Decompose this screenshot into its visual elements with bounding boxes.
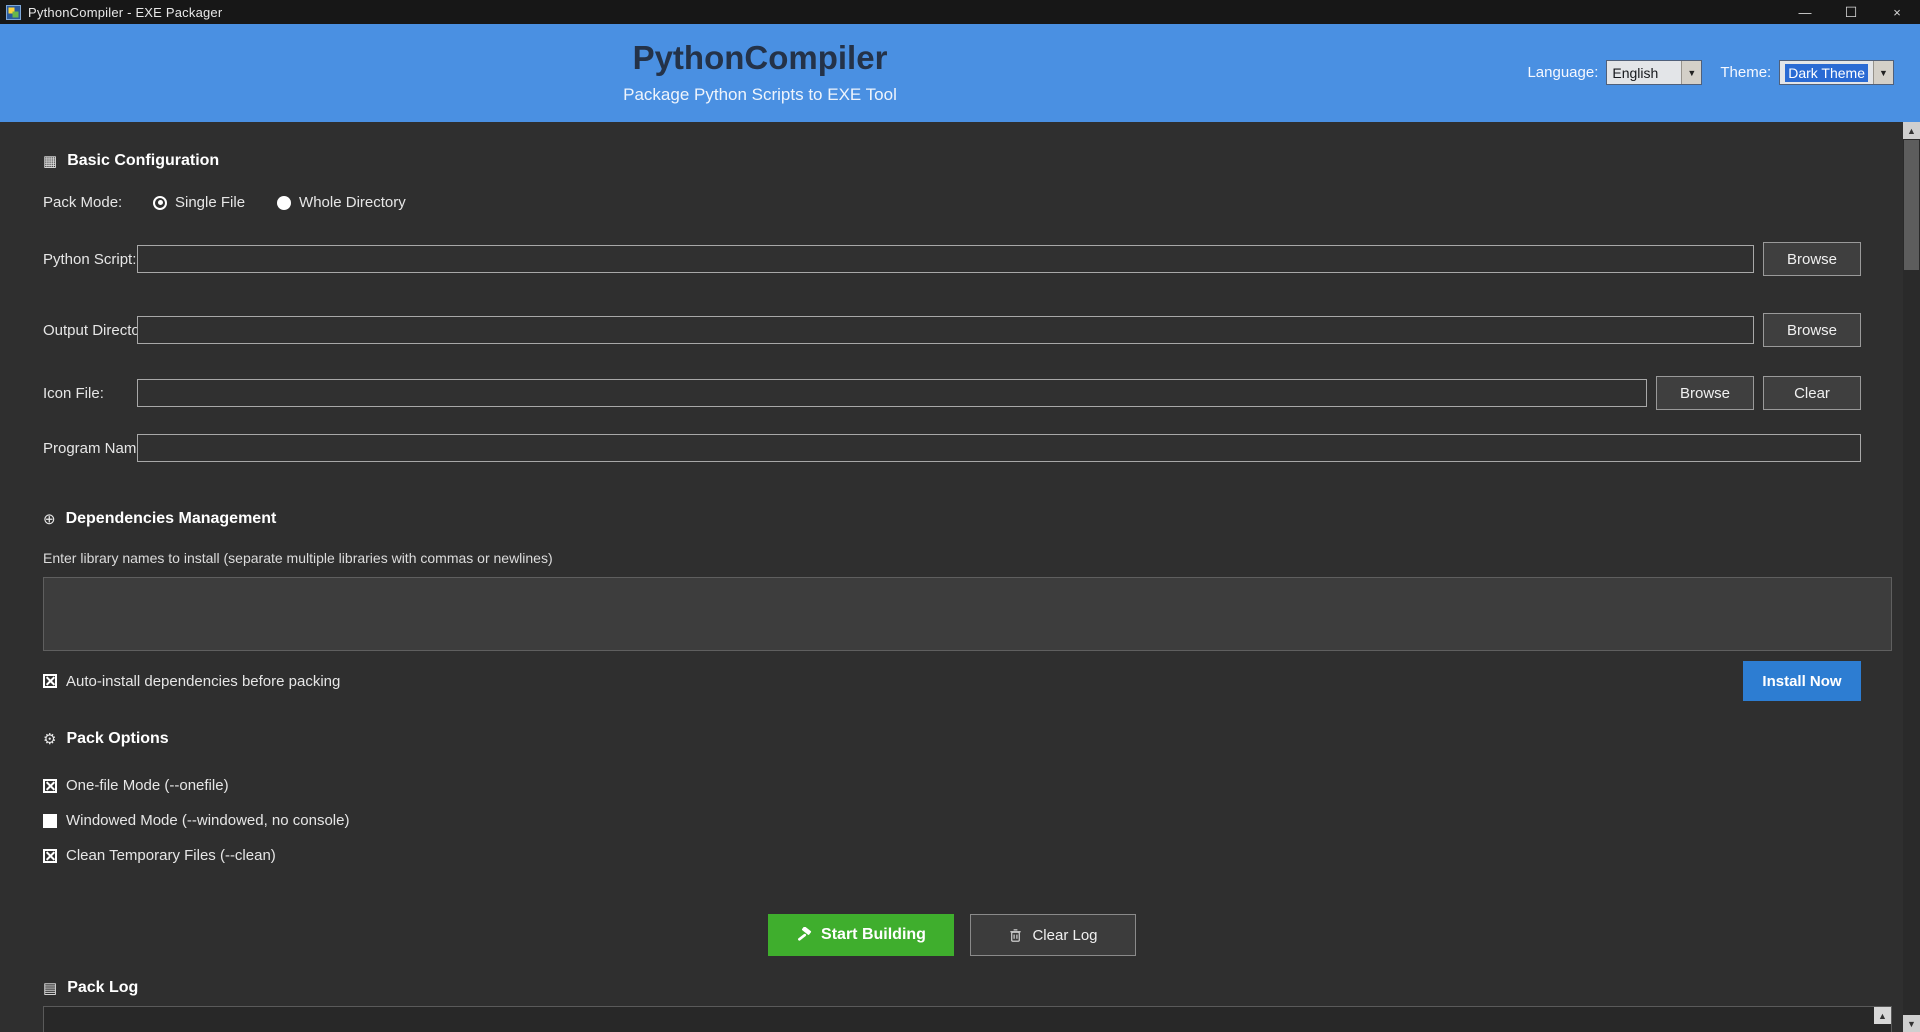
pack-log-title: Pack Log <box>67 979 139 996</box>
icon-file-row: Icon File: Browse Clear <box>43 376 1861 410</box>
python-script-row: Python Script: Browse <box>43 242 1861 276</box>
windowed-checkbox-indicator[interactable] <box>43 813 57 828</box>
pack-log-section-header: ▤ Pack Log <box>43 979 1903 997</box>
titlebar: PythonCompiler - EXE Packager — ☐ × <box>0 0 1920 24</box>
output-directory-browse-button[interactable]: Browse <box>1763 313 1861 347</box>
combo-arrow-icon[interactable]: ▼ <box>1681 61 1702 84</box>
scroll-down-button[interactable]: ▼ <box>1903 1015 1920 1032</box>
minimize-button[interactable]: — <box>1782 0 1828 24</box>
trash-icon <box>1008 928 1023 943</box>
theme-label: Theme: <box>1720 64 1772 81</box>
language-select[interactable]: English ▼ <box>1606 60 1703 85</box>
icon-file-clear-button[interactable]: Clear <box>1763 376 1861 410</box>
clean-checkbox[interactable]: Clean Temporary Files (--clean) <box>43 847 1903 864</box>
theme-value: Dark Theme <box>1780 61 1873 84</box>
clean-checkbox-indicator[interactable] <box>43 848 57 863</box>
clear-log-label: Clear Log <box>1032 926 1098 944</box>
radio-whole-directory-indicator[interactable] <box>277 195 292 210</box>
radio-single-file-label: Single File <box>175 194 246 211</box>
install-now-button[interactable]: Install Now <box>1743 661 1861 701</box>
dependencies-title: Dependencies Management <box>65 510 277 527</box>
window-controls: — ☐ × <box>1782 0 1920 24</box>
close-icon: × <box>1893 4 1901 20</box>
minimize-icon: — <box>1798 4 1812 20</box>
log-scroll-up-button[interactable]: ▲ <box>1874 1007 1891 1024</box>
app-subtitle: Package Python Scripts to EXE Tool <box>623 85 897 104</box>
start-building-label: Start Building <box>821 926 926 943</box>
program-name-label: Program Name <box>43 439 137 457</box>
maximize-button[interactable]: ☐ <box>1828 0 1874 24</box>
radio-whole-directory[interactable]: Whole Directory <box>277 194 406 211</box>
basic-config-title: Basic Configuration <box>67 152 220 169</box>
icon-file-label: Icon File: <box>43 384 104 402</box>
auto-install-checkbox[interactable]: Auto-install dependencies before packing <box>43 673 340 690</box>
output-directory-input[interactable] <box>137 316 1754 344</box>
onefile-label: One-file Mode (--onefile) <box>66 777 229 794</box>
main-content: ▦ Basic Configuration Pack Mode: Single … <box>0 122 1903 1032</box>
log-area[interactable]: ▲ <box>43 1006 1892 1032</box>
app-title: PythonCompiler <box>632 39 888 76</box>
icon-file-browse-button[interactable]: Browse <box>1656 376 1754 410</box>
language-label: Language: <box>1527 64 1599 81</box>
clear-log-button[interactable]: Clear Log <box>970 914 1136 956</box>
radio-single-file-indicator[interactable] <box>153 195 167 210</box>
auto-install-checkbox-indicator[interactable] <box>43 674 57 688</box>
header-controls: Language: English ▼ Theme: Dark Theme ▼ <box>1527 60 1894 85</box>
pack-mode-row: Pack Mode: Single File Whole Directory <box>43 194 1903 211</box>
combo-arrow-icon[interactable]: ▼ <box>1873 61 1893 84</box>
pack-options-title: Pack Options <box>66 730 169 747</box>
pack-options-section-header: ⚙ Pack Options <box>43 730 1903 748</box>
dependencies-input[interactable] <box>43 577 1892 651</box>
maximize-icon: ☐ <box>1844 3 1858 20</box>
output-directory-row: Output Directo Browse <box>43 313 1861 347</box>
windowed-label: Windowed Mode (--windowed, no console) <box>66 812 350 829</box>
output-directory-label: Output Directo <box>43 321 137 339</box>
header-titles: PythonCompiler Package Python Scripts to… <box>0 39 1520 105</box>
scrollbar-thumb[interactable] <box>1904 140 1919 270</box>
clean-label: Clean Temporary Files (--clean) <box>66 847 276 864</box>
install-row: Auto-install dependencies before packing… <box>43 661 1861 701</box>
window-title: PythonCompiler - EXE Packager <box>28 4 223 20</box>
scroll-up-button[interactable]: ▲ <box>1903 122 1920 139</box>
language-value: English <box>1612 64 1659 81</box>
basic-config-icon: ▦ <box>43 153 58 170</box>
vertical-scrollbar[interactable]: ▲ ▼ <box>1903 122 1920 1032</box>
basic-config-section-header: ▦ Basic Configuration <box>43 152 1903 170</box>
dependencies-hint: Enter library names to install (separate… <box>43 550 553 566</box>
app-icon <box>6 4 21 20</box>
icon-file-input[interactable] <box>137 379 1647 407</box>
python-script-input[interactable] <box>137 245 1754 273</box>
start-building-button[interactable]: Start Building <box>768 914 954 956</box>
pack-options-icon: ⚙ <box>43 731 57 748</box>
auto-install-label: Auto-install dependencies before packing <box>66 672 341 690</box>
windowed-checkbox[interactable]: Windowed Mode (--windowed, no console) <box>43 812 1903 829</box>
onefile-checkbox[interactable]: One-file Mode (--onefile) <box>43 777 1903 794</box>
dependencies-section-header: ⊕ Dependencies Management <box>43 510 1903 528</box>
pack-log-icon: ▤ <box>43 980 58 997</box>
radio-whole-directory-label: Whole Directory <box>299 194 406 211</box>
program-name-input[interactable] <box>137 434 1861 462</box>
close-button[interactable]: × <box>1874 0 1920 24</box>
dependencies-icon: ⊕ <box>43 511 56 528</box>
theme-select[interactable]: Dark Theme ▼ <box>1779 60 1894 85</box>
python-script-browse-button[interactable]: Browse <box>1763 242 1861 276</box>
radio-single-file[interactable]: Single File <box>153 194 245 211</box>
program-name-row: Program Name <box>43 434 1861 462</box>
hammer-icon <box>796 927 812 943</box>
app-header: PythonCompiler Package Python Scripts to… <box>0 24 1920 122</box>
action-buttons: Start Building Clear Log <box>43 914 1861 956</box>
python-script-label: Python Script: <box>43 250 137 268</box>
pack-mode-label: Pack Mode: <box>43 194 123 211</box>
onefile-checkbox-indicator[interactable] <box>43 778 57 793</box>
